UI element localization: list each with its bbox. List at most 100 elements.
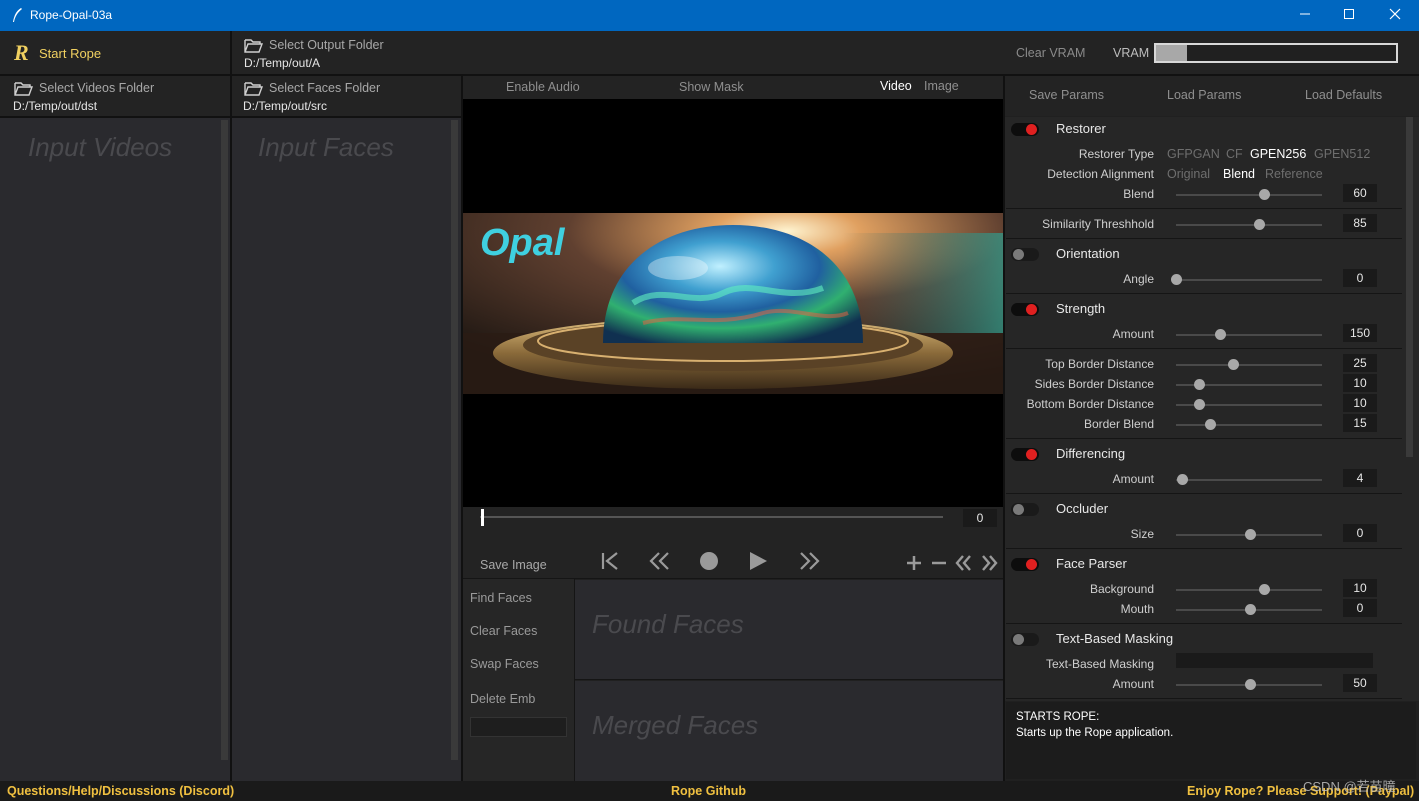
load-params-button[interactable]: Load Params bbox=[1167, 88, 1241, 102]
top-border-slider[interactable] bbox=[1176, 364, 1322, 366]
minimize-icon[interactable] bbox=[1282, 0, 1328, 31]
input-faces-pane[interactable] bbox=[232, 118, 461, 781]
clear-faces-button[interactable]: Clear Faces bbox=[470, 624, 537, 638]
occluder-toggle[interactable] bbox=[1011, 503, 1039, 516]
text-masking-label: Text-Based Masking bbox=[1045, 657, 1154, 671]
bottom-border-value[interactable]: 10 bbox=[1343, 394, 1377, 412]
skip-to-start-icon[interactable] bbox=[596, 547, 626, 575]
text-masking-amount-handle[interactable] bbox=[1245, 679, 1256, 690]
timeline-handle[interactable] bbox=[481, 509, 484, 526]
zoom-out-icon[interactable] bbox=[929, 553, 949, 573]
border-blend-value[interactable]: 15 bbox=[1343, 414, 1377, 432]
top-border-handle[interactable] bbox=[1228, 359, 1239, 370]
embedding-name-field[interactable] bbox=[470, 717, 567, 737]
mouth-label: Mouth bbox=[1120, 602, 1154, 616]
delete-emb-button[interactable]: Delete Emb bbox=[470, 692, 535, 706]
clear-vram-button[interactable]: Clear VRAM bbox=[1016, 46, 1085, 60]
opal-overlay-text: Opal bbox=[480, 222, 565, 264]
tab-video[interactable]: Video bbox=[880, 79, 912, 93]
text-masking-amount-value[interactable]: 50 bbox=[1343, 674, 1377, 692]
alignment-option-original[interactable]: Original bbox=[1167, 167, 1210, 181]
similarity-slider-handle[interactable] bbox=[1254, 219, 1265, 230]
strength-amount-value[interactable]: 150 bbox=[1343, 324, 1377, 342]
rewind-icon[interactable] bbox=[645, 547, 675, 575]
border-blend-handle[interactable] bbox=[1205, 419, 1216, 430]
similarity-value[interactable]: 85 bbox=[1343, 214, 1377, 232]
top-border-value[interactable]: 25 bbox=[1343, 354, 1377, 372]
alignment-option-reference[interactable]: Reference bbox=[1265, 167, 1323, 181]
blend-value[interactable]: 60 bbox=[1343, 184, 1377, 202]
videos-scrollbar[interactable] bbox=[221, 120, 228, 760]
background-value[interactable]: 10 bbox=[1343, 579, 1377, 597]
restorer-toggle[interactable] bbox=[1011, 123, 1039, 136]
bottom-border-handle[interactable] bbox=[1194, 399, 1205, 410]
blend-slider-handle[interactable] bbox=[1259, 189, 1270, 200]
sides-border-handle[interactable] bbox=[1194, 379, 1205, 390]
load-defaults-button[interactable]: Load Defaults bbox=[1305, 88, 1382, 102]
input-videos-pane[interactable] bbox=[0, 118, 230, 781]
similarity-label: Similarity Threshhold bbox=[1042, 217, 1154, 231]
angle-label: Angle bbox=[1123, 272, 1154, 286]
faces-folder-label: Select Faces Folder bbox=[269, 81, 381, 95]
swap-faces-button[interactable]: Swap Faces bbox=[470, 657, 539, 671]
timeline-slider[interactable] bbox=[480, 516, 943, 518]
save-params-button[interactable]: Save Params bbox=[1029, 88, 1104, 102]
similarity-slider[interactable] bbox=[1176, 224, 1322, 226]
record-icon[interactable] bbox=[694, 547, 724, 575]
mouth-slider-handle[interactable] bbox=[1245, 604, 1256, 615]
input-videos-placeholder: Input Videos bbox=[28, 132, 173, 162]
toggle-knob bbox=[1013, 634, 1024, 645]
sides-border-value[interactable]: 10 bbox=[1343, 374, 1377, 392]
save-image-button[interactable]: Save Image bbox=[480, 558, 547, 572]
faces-scrollbar[interactable] bbox=[451, 120, 458, 760]
folder-open-icon bbox=[244, 39, 264, 53]
params-scrollbar[interactable] bbox=[1406, 117, 1413, 457]
background-slider-handle[interactable] bbox=[1259, 584, 1270, 595]
text-masking-toggle[interactable] bbox=[1011, 633, 1039, 646]
pan-left-icon[interactable] bbox=[954, 553, 974, 573]
strength-amount-handle[interactable] bbox=[1215, 329, 1226, 340]
zoom-in-icon[interactable] bbox=[904, 553, 924, 573]
find-faces-button[interactable]: Find Faces bbox=[470, 591, 532, 605]
differencing-amount-slider[interactable] bbox=[1176, 479, 1322, 481]
close-icon[interactable] bbox=[1372, 0, 1418, 31]
background-slider[interactable] bbox=[1176, 589, 1322, 591]
text-masking-input[interactable] bbox=[1176, 653, 1373, 668]
face-parser-toggle[interactable] bbox=[1011, 558, 1039, 571]
restorer-option-gpen512[interactable]: GPEN512 bbox=[1314, 147, 1370, 161]
strength-amount-slider[interactable] bbox=[1176, 334, 1322, 336]
orientation-toggle[interactable] bbox=[1011, 248, 1039, 261]
discord-link[interactable]: Questions/Help/Discussions (Discord) bbox=[7, 784, 234, 798]
fast-forward-icon[interactable] bbox=[794, 547, 824, 575]
alignment-option-blend[interactable]: Blend bbox=[1223, 167, 1255, 181]
angle-value[interactable]: 0 bbox=[1343, 269, 1377, 287]
maximize-icon[interactable] bbox=[1326, 0, 1372, 31]
face-actions-column bbox=[463, 579, 574, 781]
divider bbox=[1006, 698, 1402, 699]
differencing-amount-value[interactable]: 4 bbox=[1343, 469, 1377, 487]
occluder-size-value[interactable]: 0 bbox=[1343, 524, 1377, 542]
restorer-option-gfpgan[interactable]: GFPGAN bbox=[1167, 147, 1220, 161]
blend-slider[interactable] bbox=[1176, 194, 1322, 196]
tab-image[interactable]: Image bbox=[924, 79, 959, 93]
angle-slider[interactable] bbox=[1176, 279, 1322, 281]
differencing-toggle[interactable] bbox=[1011, 448, 1039, 461]
orientation-title: Orientation bbox=[1056, 246, 1120, 261]
differencing-amount-handle[interactable] bbox=[1177, 474, 1188, 485]
play-icon[interactable] bbox=[743, 547, 773, 575]
frame-number-field[interactable]: 0 bbox=[963, 509, 997, 527]
enable-audio-toggle[interactable]: Enable Audio bbox=[506, 80, 580, 94]
mouth-value[interactable]: 0 bbox=[1343, 599, 1377, 617]
pan-right-icon[interactable] bbox=[979, 553, 999, 573]
restorer-option-cf[interactable]: CF bbox=[1226, 147, 1243, 161]
angle-slider-handle[interactable] bbox=[1171, 274, 1182, 285]
divider bbox=[1006, 438, 1402, 439]
occluder-size-handle[interactable] bbox=[1245, 529, 1256, 540]
text-masking-amount-label: Amount bbox=[1112, 677, 1154, 691]
divider bbox=[1006, 293, 1402, 294]
github-link[interactable]: Rope Github bbox=[671, 784, 746, 798]
strength-toggle[interactable] bbox=[1011, 303, 1039, 316]
restorer-option-gpen256[interactable]: GPEN256 bbox=[1250, 147, 1306, 161]
show-mask-toggle[interactable]: Show Mask bbox=[679, 80, 744, 94]
border-blend-slider[interactable] bbox=[1176, 424, 1322, 426]
